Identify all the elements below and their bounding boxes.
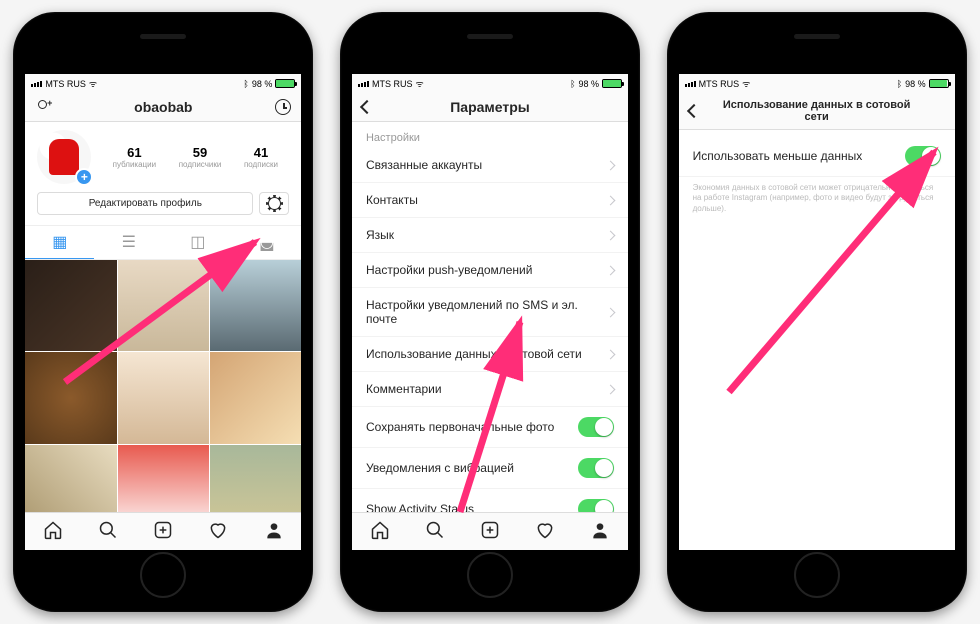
signal-icon (358, 81, 369, 87)
section-header: Настройки (352, 122, 628, 148)
stat-following[interactable]: 41 подписки (244, 145, 278, 169)
tab-grid[interactable]: ▦ (25, 226, 94, 259)
status-bar: MTS RUS ᯤ ᛒ 98 % (352, 74, 628, 93)
chevron-left-icon (360, 100, 374, 114)
fine-print: Экономия данных в сотовой сети может отр… (679, 177, 955, 224)
row-comments[interactable]: Комментарии (352, 372, 628, 407)
nav-header: obaobab (25, 93, 301, 122)
tab-list[interactable]: ☰ (94, 226, 163, 259)
settings-button[interactable] (259, 192, 289, 215)
chevron-right-icon (606, 195, 616, 205)
signal-icon (685, 81, 696, 87)
carrier-label: MTS RUS (699, 79, 740, 89)
photo[interactable] (25, 445, 116, 512)
row-vibrate[interactable]: Уведомления с вибрацией (352, 448, 628, 489)
battery-text: 98 % (252, 79, 273, 89)
view-tabs: ▦ ☰ ◫ ◛ (25, 225, 301, 260)
profile-header: + 61 публикации 59 подписчики 41 подписк… (25, 122, 301, 219)
tab-activity[interactable] (208, 520, 228, 545)
chevron-right-icon (606, 265, 616, 275)
tab-add[interactable] (153, 520, 173, 545)
signal-icon (31, 81, 42, 87)
row-activity-status[interactable]: Show Activity Status (352, 489, 628, 512)
page-title: Использование данных в сотовой сети (713, 99, 921, 123)
bluetooth-icon: ᛒ (570, 79, 575, 89)
chevron-right-icon (606, 384, 616, 394)
toggle-switch[interactable] (905, 146, 941, 166)
photo-grid (25, 260, 301, 512)
photo[interactable] (25, 260, 116, 351)
status-bar: MTS RUS ᯤ ᛒ 98 % (679, 74, 955, 93)
tab-profile[interactable] (590, 520, 610, 545)
photo[interactable] (210, 352, 301, 443)
phone-params: MTS RUS ᯤ ᛒ 98 % Параметры Настройки Свя… (340, 12, 640, 612)
nav-header: Использование данных в сотовой сети (679, 93, 955, 130)
tab-search[interactable] (425, 520, 445, 545)
status-bar: MTS RUS ᯤ ᛒ 98 % (25, 74, 301, 93)
toggle-switch[interactable] (578, 499, 614, 512)
archive-button[interactable] (267, 99, 291, 115)
battery-text: 98 % (578, 79, 599, 89)
photo[interactable] (118, 260, 209, 351)
row-sms-email[interactable]: Настройки уведомлений по SMS и эл. почте (352, 288, 628, 337)
carrier-label: MTS RUS (45, 79, 86, 89)
wifi-icon: ᯤ (89, 77, 97, 90)
chevron-right-icon (606, 230, 616, 240)
bluetooth-icon: ᛒ (243, 79, 248, 89)
bluetooth-icon: ᛒ (897, 79, 902, 89)
battery-text: 98 % (905, 79, 926, 89)
tab-home[interactable] (43, 520, 63, 545)
stat-posts[interactable]: 61 публикации (113, 145, 156, 169)
edit-profile-button[interactable]: Редактировать профиль (37, 192, 253, 215)
tab-saved[interactable]: ◛ (232, 226, 301, 259)
add-story-badge[interactable]: + (75, 168, 93, 186)
tab-search[interactable] (98, 520, 118, 545)
tab-home[interactable] (370, 520, 390, 545)
row-save-original[interactable]: Сохранять первоначальные фото (352, 407, 628, 448)
phone-profile: MTS RUS ᯤ ᛒ 98 % obaobab + (13, 12, 313, 612)
page-title: Параметры (386, 99, 594, 115)
photo[interactable] (210, 445, 301, 512)
wifi-icon: ᯤ (742, 77, 750, 90)
chevron-right-icon (606, 160, 616, 170)
stat-followers[interactable]: 59 подписчики (179, 145, 222, 169)
chevron-left-icon (687, 104, 701, 118)
tab-bar (352, 512, 628, 550)
toggle-switch[interactable] (578, 417, 614, 437)
toggle-switch[interactable] (578, 458, 614, 478)
row-language[interactable]: Язык (352, 218, 628, 253)
photo[interactable] (118, 445, 209, 512)
nav-header: Параметры (352, 93, 628, 122)
back-button[interactable] (362, 102, 386, 112)
photo[interactable] (25, 352, 116, 443)
chevron-right-icon (606, 307, 616, 317)
tab-profile[interactable] (264, 520, 284, 545)
row-linked-accounts[interactable]: Связанные аккаунты (352, 148, 628, 183)
tab-add[interactable] (480, 520, 500, 545)
row-push[interactable]: Настройки push-уведомлений (352, 253, 628, 288)
phone-cellular: MTS RUS ᯤ ᛒ 98 % Использование данных в … (667, 12, 967, 612)
chevron-right-icon (606, 349, 616, 359)
battery-icon (929, 79, 949, 88)
row-contacts[interactable]: Контакты (352, 183, 628, 218)
row-cellular-data[interactable]: Использование данных в сотовой сети (352, 337, 628, 372)
row-use-less-data[interactable]: Использовать меньше данных (679, 136, 955, 177)
discover-people-button[interactable] (35, 100, 59, 114)
tab-activity[interactable] (535, 520, 555, 545)
avatar[interactable]: + (37, 130, 91, 184)
gear-icon (268, 197, 281, 210)
battery-icon (602, 79, 622, 88)
wifi-icon: ᯤ (415, 77, 423, 90)
photo[interactable] (118, 352, 209, 443)
back-button[interactable] (689, 106, 713, 116)
tab-bar (25, 512, 301, 550)
photo[interactable] (210, 260, 301, 351)
battery-icon (275, 79, 295, 88)
tab-tagged[interactable]: ◫ (163, 226, 232, 259)
carrier-label: MTS RUS (372, 79, 413, 89)
username[interactable]: obaobab (59, 99, 267, 115)
